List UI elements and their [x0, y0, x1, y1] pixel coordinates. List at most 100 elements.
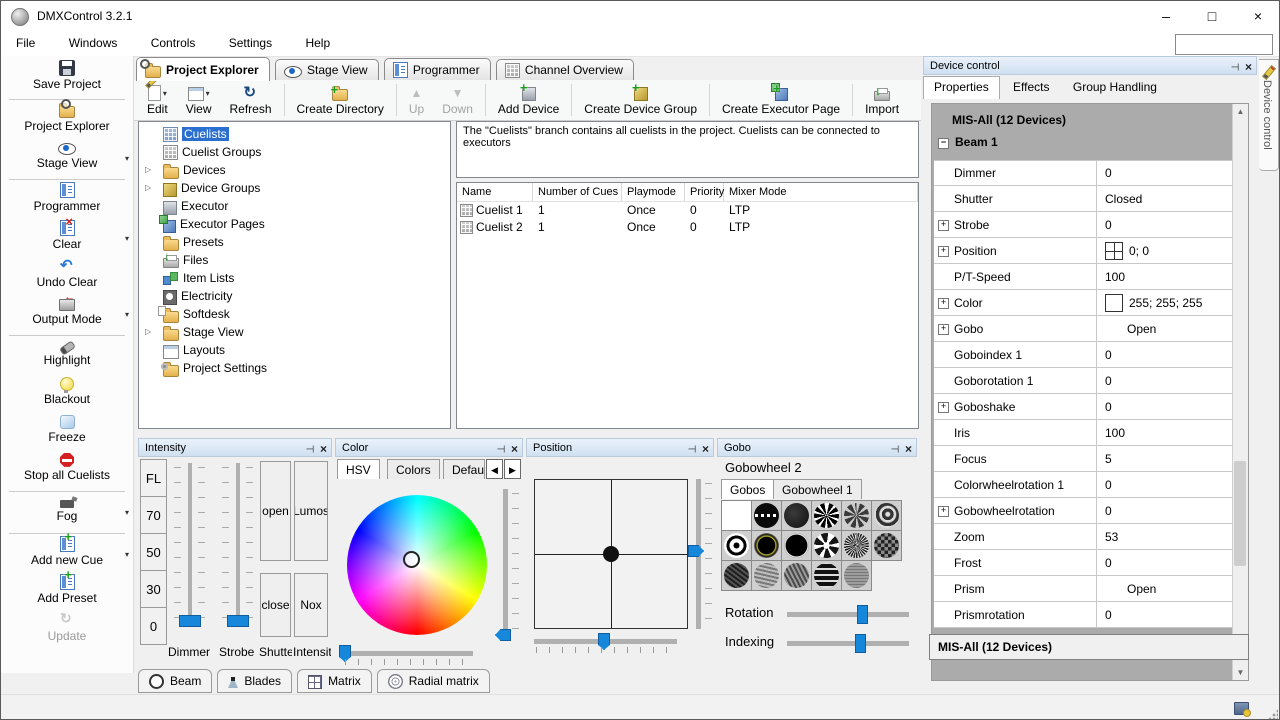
close-icon[interactable] — [702, 443, 709, 455]
close-icon[interactable] — [905, 443, 912, 455]
intensity-preset-50[interactable]: 50 — [140, 533, 167, 571]
sidebar-item-stop-all-cuelists[interactable]: Stop all Cuelists — [1, 452, 133, 490]
gobo-tab-gobowheel1[interactable]: Gobowheel 1 — [773, 479, 862, 499]
gobo-thumbnail[interactable] — [871, 500, 902, 531]
expand-arrow-icon[interactable] — [145, 161, 151, 179]
properties-scrollbar[interactable]: ▲ ▼ — [1232, 104, 1248, 680]
indexing-slider[interactable] — [787, 641, 909, 646]
color-tab-hsv[interactable]: HSV — [337, 459, 380, 479]
strobe-slider-handle[interactable] — [227, 615, 249, 627]
tab-programmer[interactable]: Programmer — [384, 58, 491, 80]
property-row-goboindex[interactable]: Goboindex 10 — [934, 342, 1233, 368]
property-row-gobowheelrotation[interactable]: Gobowheelrotation0 — [934, 498, 1233, 524]
menu-file[interactable]: File — [1, 31, 50, 56]
dimmer-slider[interactable] — [188, 463, 192, 627]
edit-button[interactable]: Edit — [138, 80, 177, 120]
pin-icon[interactable] — [304, 444, 314, 453]
menu-controls[interactable]: Controls — [136, 31, 211, 56]
gobo-thumbnail[interactable] — [751, 530, 782, 561]
tree-item-files[interactable]: Files — [139, 251, 450, 269]
expand-icon[interactable] — [938, 220, 949, 231]
pin-icon[interactable] — [889, 444, 899, 453]
gobo-thumbnail[interactable] — [721, 560, 752, 591]
indexing-slider-handle[interactable] — [855, 634, 866, 653]
property-row-zoom[interactable]: Zoom53 — [934, 524, 1233, 550]
pan-tilt-cursor[interactable] — [603, 546, 619, 562]
gobo-thumbnail[interactable] — [841, 560, 872, 591]
collapse-icon[interactable] — [938, 138, 949, 149]
maximize-button[interactable]: □ — [1189, 1, 1235, 31]
tree-item-cuelists[interactable]: Cuelists — [139, 125, 450, 143]
dimmer-slider-handle[interactable] — [179, 615, 201, 627]
gobo-thumbnail[interactable] — [721, 530, 752, 561]
tree-item-layouts[interactable]: Layouts — [139, 341, 450, 359]
tab-properties[interactable]: Properties — [923, 76, 1000, 99]
tab-group-handling[interactable]: Group Handling — [1063, 77, 1167, 98]
column-playmode[interactable]: Playmode — [622, 183, 685, 201]
tree-item-devices[interactable]: Devices — [139, 161, 450, 179]
pin-icon[interactable] — [495, 444, 505, 453]
sidebar-item-blackout[interactable]: Blackout — [1, 376, 133, 414]
gobo-thumbnail[interactable] — [811, 560, 842, 591]
intensity-preset-30[interactable]: 30 — [140, 570, 167, 608]
import-button[interactable]: Import — [856, 80, 908, 120]
interface-status-icon[interactable] — [1234, 702, 1249, 715]
tree-item-presets[interactable]: Presets — [139, 233, 450, 251]
property-row-prismrotation[interactable]: Prismrotation0 — [934, 602, 1233, 628]
create-directory-button[interactable]: Create Directory — [288, 80, 393, 120]
tab-project-explorer[interactable]: Project Explorer — [136, 57, 270, 81]
chevron-down-icon[interactable] — [206, 89, 210, 98]
chevron-down-icon[interactable] — [163, 89, 167, 98]
gobo-thumbnail[interactable] — [841, 500, 872, 531]
property-row-goboshake[interactable]: Goboshake0 — [934, 394, 1233, 420]
gobo-thumbnail[interactable] — [811, 500, 842, 531]
property-row-iris[interactable]: Iris100 — [934, 420, 1233, 446]
sidebar-item-project-explorer[interactable]: Project Explorer — [1, 102, 133, 140]
table-row[interactable]: Cuelist 1 1 Once 0 LTP — [457, 202, 918, 219]
pin-icon[interactable] — [686, 444, 696, 453]
tree-item-electricity[interactable]: Electricity — [139, 287, 450, 305]
value-slider-handle[interactable] — [495, 629, 511, 641]
sidebar-item-fog[interactable]: Fog — [1, 494, 133, 532]
create-device-group-button[interactable]: Create Device Group — [575, 80, 706, 120]
scroll-up-icon[interactable]: ▲ — [1233, 104, 1248, 119]
color-tab-default[interactable]: Default — [443, 459, 485, 479]
tab-blades[interactable]: Blades — [217, 669, 292, 693]
tree-item-item-lists[interactable]: Item Lists — [139, 269, 450, 287]
close-icon[interactable] — [320, 443, 327, 455]
gobo-thumbnail[interactable] — [781, 560, 812, 591]
tree-item-project-settings[interactable]: Project Settings — [139, 359, 450, 377]
property-row-focus[interactable]: Focus5 — [934, 446, 1233, 472]
gobo-thumbnail[interactable] — [811, 530, 842, 561]
sidebar-item-freeze[interactable]: Freeze — [1, 414, 133, 452]
tab-scroll-right-button[interactable]: ▶ — [504, 459, 521, 479]
property-row-gobo[interactable]: GoboOpen — [934, 316, 1233, 342]
property-row-position[interactable]: Position0; 0 — [934, 238, 1233, 264]
tab-channel-overview[interactable]: Channel Overview — [496, 59, 634, 81]
menu-help[interactable]: Help — [290, 31, 345, 56]
menu-settings[interactable]: Settings — [214, 31, 287, 56]
gobo-thumbnail[interactable] — [781, 530, 812, 561]
resize-grip[interactable] — [1268, 709, 1278, 719]
tab-scroll-left-button[interactable]: ◀ — [486, 459, 503, 479]
device-control-side-tab[interactable]: Device control — [1259, 59, 1279, 171]
close-icon[interactable] — [1245, 61, 1252, 73]
property-row-color[interactable]: Color255; 255; 255 — [934, 290, 1233, 316]
column-mixer-mode[interactable]: Mixer Mode — [724, 183, 918, 201]
chevron-down-icon[interactable] — [125, 508, 129, 517]
expand-icon[interactable] — [938, 506, 949, 517]
property-row-prism[interactable]: PrismOpen — [934, 576, 1233, 602]
tab-radial-matrix[interactable]: Radial matrix — [377, 669, 490, 693]
expand-arrow-icon[interactable] — [145, 179, 151, 197]
sidebar-item-stage-view[interactable]: Stage View — [1, 140, 133, 178]
close-icon[interactable] — [511, 443, 518, 455]
gobo-thumbnail-open[interactable] — [721, 500, 752, 531]
expand-icon[interactable] — [938, 298, 949, 309]
gobo-thumbnail[interactable] — [751, 500, 782, 531]
chevron-down-icon[interactable] — [125, 234, 129, 243]
gobo-thumbnail[interactable] — [871, 530, 902, 561]
strobe-slider[interactable] — [236, 463, 240, 627]
tab-matrix[interactable]: Matrix — [297, 669, 372, 693]
quick-search-input[interactable] — [1175, 34, 1273, 55]
sidebar-item-save-project[interactable]: Save Project — [1, 60, 133, 98]
